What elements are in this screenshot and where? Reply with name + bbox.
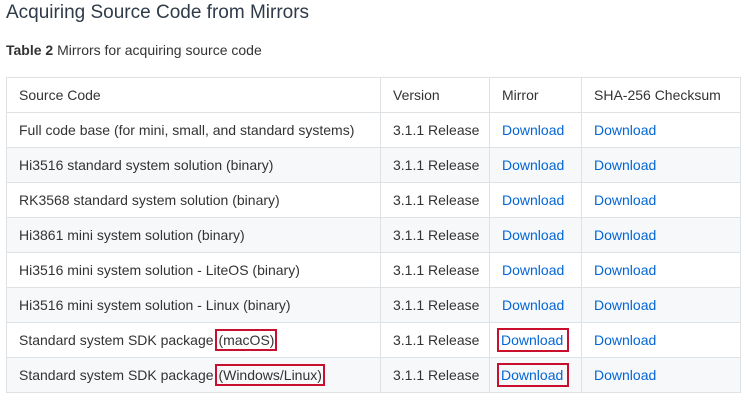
source-cell: Full code base (for mini, small, and sta… — [6, 112, 381, 148]
checksum-download-link[interactable]: Download — [594, 367, 656, 383]
header-mirror: Mirror — [489, 77, 582, 113]
table-row: Hi3516 standard system solution (binary)… — [6, 147, 741, 183]
header-version: Version — [380, 77, 490, 113]
table-row: Full code base (for mini, small, and sta… — [6, 112, 741, 148]
checksum-cell: Download — [581, 322, 741, 358]
highlighted-platform-label: (macOS) — [215, 329, 278, 351]
mirror-cell: Download — [489, 287, 582, 323]
version-cell: 3.1.1 Release — [380, 357, 490, 393]
mirror-cell: Download — [489, 252, 582, 288]
mirror-cell: Download — [489, 112, 582, 148]
mirror-download-link[interactable]: Download — [502, 262, 564, 278]
checksum-cell: Download — [581, 252, 741, 288]
checksum-download-link[interactable]: Download — [594, 227, 656, 243]
checksum-download-link[interactable]: Download — [594, 297, 656, 313]
table-row: Hi3516 mini system solution - LiteOS (bi… — [6, 252, 741, 288]
checksum-download-link[interactable]: Download — [594, 122, 656, 138]
source-cell: Standard system SDK package (Windows/Lin… — [6, 357, 381, 393]
mirror-cell: Download — [489, 357, 582, 393]
mirror-cell: Download — [489, 182, 582, 218]
version-cell: 3.1.1 Release — [380, 287, 490, 323]
source-cell: Hi3516 standard system solution (binary) — [6, 147, 381, 183]
highlighted-platform-label: (Windows/Linux) — [215, 364, 325, 386]
source-text: Standard system SDK package — [19, 332, 218, 348]
mirror-download-link[interactable]: Download — [501, 367, 563, 383]
header-checksum: SHA-256 Checksum — [581, 77, 741, 113]
mirror-download-link[interactable]: Download — [502, 157, 564, 173]
table-caption-label: Table 2 — [6, 42, 54, 58]
table-caption-text: Mirrors for acquiring source code — [57, 42, 262, 58]
page-title: Acquiring Source Code from Mirrors — [6, 2, 310, 23]
mirror-download-link[interactable]: Download — [502, 297, 564, 313]
source-cell: Hi3516 mini system solution - LiteOS (bi… — [6, 252, 381, 288]
version-cell: 3.1.1 Release — [380, 182, 490, 218]
header-source-code: Source Code — [6, 77, 381, 113]
checksum-download-link[interactable]: Download — [594, 157, 656, 173]
version-cell: 3.1.1 Release — [380, 252, 490, 288]
checksum-cell: Download — [581, 182, 741, 218]
mirror-download-link[interactable]: Download — [502, 192, 564, 208]
source-cell: Standard system SDK package (macOS) — [6, 322, 381, 358]
table-row: Standard system SDK package (Windows/Lin… — [6, 357, 741, 393]
mirror-download-link[interactable]: Download — [502, 122, 564, 138]
source-cell: RK3568 standard system solution (binary) — [6, 182, 381, 218]
version-cell: 3.1.1 Release — [380, 147, 490, 183]
mirror-cell: Download — [489, 147, 582, 183]
table-row: RK3568 standard system solution (binary)… — [6, 182, 741, 218]
source-cell: Hi3861 mini system solution (binary) — [6, 217, 381, 253]
mirror-cell: Download — [489, 322, 582, 358]
mirror-highlight-box: Download — [496, 328, 570, 352]
checksum-cell: Download — [581, 147, 741, 183]
version-cell: 3.1.1 Release — [380, 322, 490, 358]
source-cell: Hi3516 mini system solution - Linux (bin… — [6, 287, 381, 323]
version-cell: 3.1.1 Release — [380, 112, 490, 148]
source-text: Standard system SDK package — [19, 367, 218, 383]
mirror-cell: Download — [489, 217, 582, 253]
table-header-row: Source Code Version Mirror SHA-256 Check… — [6, 77, 741, 113]
mirror-download-link[interactable]: Download — [501, 332, 563, 348]
checksum-download-link[interactable]: Download — [594, 262, 656, 278]
table-caption: Table 2 Mirrors for acquiring source cod… — [6, 40, 262, 60]
table-row: Hi3516 mini system solution - Linux (bin… — [6, 287, 741, 323]
mirror-download-link[interactable]: Download — [502, 227, 564, 243]
mirrors-table: Source Code Version Mirror SHA-256 Check… — [6, 77, 741, 393]
checksum-download-link[interactable]: Download — [594, 192, 656, 208]
version-cell: 3.1.1 Release — [380, 217, 490, 253]
mirror-highlight-box: Download — [496, 363, 570, 387]
checksum-cell: Download — [581, 357, 741, 393]
checksum-cell: Download — [581, 217, 741, 253]
table-row: Hi3861 mini system solution (binary) 3.1… — [6, 217, 741, 253]
checksum-cell: Download — [581, 287, 741, 323]
checksum-cell: Download — [581, 112, 741, 148]
table-row: Standard system SDK package (macOS) 3.1.… — [6, 322, 741, 358]
checksum-download-link[interactable]: Download — [594, 332, 656, 348]
